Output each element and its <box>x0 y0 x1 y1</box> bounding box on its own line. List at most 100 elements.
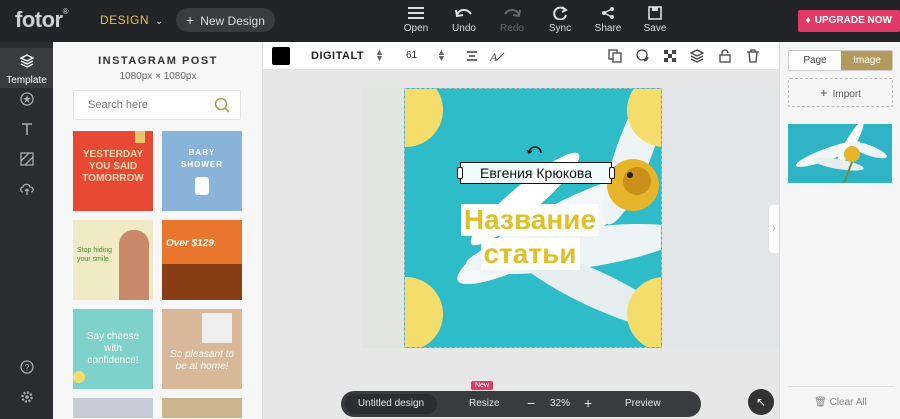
template-thumb[interactable] <box>162 398 242 418</box>
article-title-text[interactable]: Название статьи <box>457 204 603 272</box>
template-thumb[interactable] <box>73 398 153 418</box>
import-label: Import <box>832 89 861 100</box>
rail-template-label: Template <box>6 75 47 86</box>
preview-button[interactable]: Preview <box>625 398 661 409</box>
text-color-swatch[interactable] <box>272 47 290 65</box>
collapse-right-panel-button[interactable]: › <box>769 205 779 253</box>
new-design-button[interactable]: + New Design <box>176 8 275 32</box>
template-thumb[interactable]: YESTERDAY YOU SAID TOMORROW <box>73 131 153 211</box>
template-thumb[interactable]: So pleasant to be at home! <box>162 309 242 389</box>
person-photo <box>119 230 149 300</box>
bottom-bar: Untitled design New Resize − 32% + Previ… <box>341 381 701 417</box>
font-select-arrows-icon[interactable]: ▲ ▼ <box>375 48 384 63</box>
search-icon[interactable] <box>214 97 230 113</box>
import-button[interactable]: + Import <box>788 78 893 107</box>
diamond-icon: ♦ <box>805 15 811 26</box>
tab-image[interactable]: Image <box>841 51 892 70</box>
rail-item-elements[interactable] <box>0 92 53 112</box>
expand-arrow-icon: ↖ <box>755 395 767 409</box>
svg-text:A: A <box>489 50 498 64</box>
rail-item-uploads[interactable] <box>0 182 53 202</box>
title-line-1: Название <box>460 204 600 236</box>
circle-decoration <box>73 371 85 383</box>
lock-icon[interactable] <box>717 48 733 64</box>
design-menu[interactable]: DESIGN ⌄ <box>100 13 164 27</box>
save-label: Save <box>643 23 667 34</box>
trash-icon[interactable] <box>745 48 761 64</box>
save-button[interactable]: Save <box>631 6 679 34</box>
top-bar: fotor® DESIGN ⌄ + New Design Open Undo Red… <box>0 0 900 42</box>
upgrade-label: UPGRADE NOW <box>814 15 892 26</box>
fotor-logo[interactable]: fotor® <box>15 7 69 33</box>
chevron-right-icon: › <box>772 223 776 234</box>
redo-icon <box>504 9 521 18</box>
size-select-arrows-icon[interactable]: ▲ ▼ <box>437 48 446 63</box>
design-name-field[interactable]: Untitled design <box>345 394 437 414</box>
premium-icon <box>135 131 145 143</box>
help-icon: ? <box>19 360 34 374</box>
template-thumb[interactable]: Stop hiding your smile <box>73 220 153 300</box>
ghost-tile <box>363 88 403 348</box>
sync-label: Sync <box>548 23 572 34</box>
thumb-text: Stop hiding your smile <box>77 247 113 263</box>
share-button[interactable]: Share <box>584 6 632 34</box>
rail-item-text[interactable] <box>0 122 53 142</box>
cloud-upload-icon <box>19 183 34 195</box>
design-artboard[interactable]: Евгения Крюкова Название статьи <box>404 88 662 348</box>
plus-icon: + <box>186 12 195 28</box>
layers-icon[interactable] <box>689 48 705 64</box>
new-badge: New <box>471 381 494 390</box>
template-thumb[interactable]: Say cheese with confidence! <box>73 309 153 389</box>
new-design-label: New Design <box>200 14 265 28</box>
clear-all-label: Clear All <box>829 397 867 408</box>
author-text-selection[interactable]: Евгения Крюкова <box>457 162 615 184</box>
trash-icon: 🗑 <box>814 397 827 408</box>
clear-all-button[interactable]: 🗑 Clear All <box>788 386 893 408</box>
rail-item-background[interactable] <box>0 152 53 172</box>
menu-icon <box>408 7 424 19</box>
open-label: Open <box>403 23 429 34</box>
align-icon[interactable] <box>464 48 480 64</box>
open-button[interactable]: Open <box>392 6 440 34</box>
search-input[interactable] <box>88 91 218 119</box>
rail-item-template[interactable]: Template <box>0 48 53 88</box>
template-thumb[interactable]: BABY SHOWER <box>162 131 242 211</box>
zoom-in-button[interactable]: + <box>584 395 592 411</box>
thumb-text: Say cheese with confidence! <box>86 331 140 366</box>
author-text[interactable]: Евгения Крюкова <box>461 165 611 181</box>
fullscreen-button[interactable]: ↖ <box>748 389 774 415</box>
text-effects-icon[interactable]: A <box>489 48 505 64</box>
rail-item-help[interactable]: ? <box>0 360 53 380</box>
rotate-handle-icon[interactable] <box>526 145 544 155</box>
template-panel-size: 1080px × 1080px <box>119 71 197 82</box>
chevron-down-icon: ⌄ <box>155 16 164 27</box>
right-panel: Page Image + Import 🗑 Clear All <box>779 42 900 419</box>
resize-button[interactable]: Resize <box>469 398 500 409</box>
redo-button[interactable]: Redo <box>488 6 536 34</box>
layers-icon <box>19 54 34 68</box>
thumb-text: BABY SHOWER <box>181 148 223 169</box>
rail-item-settings[interactable] <box>0 390 53 410</box>
upgrade-button[interactable]: ♦ UPGRADE NOW <box>797 10 900 32</box>
font-family-select[interactable]: DIGITALT <box>311 50 364 62</box>
zoom-out-button[interactable]: − <box>527 395 535 411</box>
undo-button[interactable]: Undo <box>440 6 488 34</box>
template-panel: INSTAGRAM POST 1080px × 1080px YESTERDAY… <box>53 42 263 419</box>
resize-handle-left[interactable] <box>457 167 463 179</box>
daisy-thumbnail <box>788 124 892 183</box>
font-size-select[interactable]: 61 <box>406 50 417 61</box>
duplicate-icon[interactable] <box>607 48 623 64</box>
svg-text:?: ? <box>24 363 29 373</box>
uploaded-image-thumb[interactable] <box>788 124 892 183</box>
template-thumb[interactable]: Over $129. <box>162 220 242 300</box>
tab-page[interactable]: Page <box>789 51 841 70</box>
shadow-icon[interactable] <box>635 48 651 64</box>
left-icon-rail: Template ? <box>0 42 53 419</box>
transparency-icon[interactable] <box>662 48 678 64</box>
save-icon <box>648 6 662 20</box>
resize-handle-right[interactable] <box>609 167 615 179</box>
canvas-area[interactable]: Евгения Крюкова Название статьи <box>263 70 779 419</box>
sync-button[interactable]: Sync <box>536 6 584 34</box>
plus-icon: + <box>820 85 828 100</box>
text-toolbar: DIGITALT ▲ ▼ 61 ▲ ▼ A <box>263 42 779 70</box>
